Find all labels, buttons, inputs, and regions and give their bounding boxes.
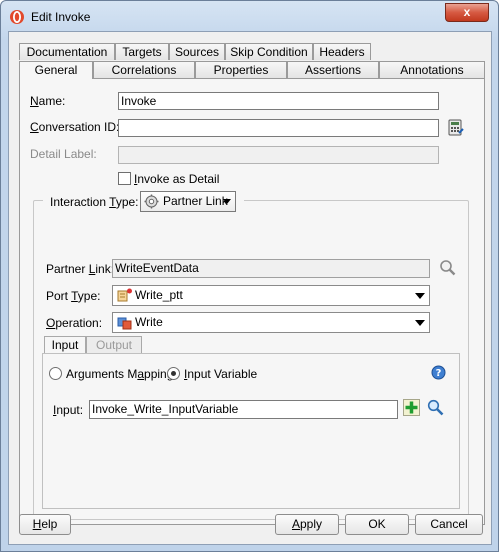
invoke-as-detail-checkbox[interactable] xyxy=(118,172,131,185)
operation-icon xyxy=(117,317,132,330)
interaction-type-label: Interaction Type: xyxy=(50,195,139,209)
tab-sources[interactable]: Sources xyxy=(169,43,225,60)
port-type-dropdown[interactable]: Write_ptt xyxy=(112,285,430,306)
add-icon[interactable] xyxy=(403,399,420,416)
interaction-type-dropdown[interactable]: Partner Link xyxy=(140,191,236,212)
apply-button[interactable]: Apply xyxy=(275,514,339,535)
invoke-as-detail-label: Invoke as Detail xyxy=(134,172,220,186)
help-icon[interactable]: ? xyxy=(431,365,446,380)
conversation-id-label: Conversation ID: xyxy=(30,120,120,134)
operation-value: Write xyxy=(135,315,163,329)
conversation-id-field[interactable] xyxy=(118,119,439,137)
detail-label-field[interactable] xyxy=(118,146,439,164)
input-tab-panel: Arguments Mapping Input Variable ? Input… xyxy=(42,353,460,509)
svg-text:?: ? xyxy=(436,368,442,379)
tab-documentation[interactable]: Documentation xyxy=(19,43,115,60)
tab-input[interactable]: Input xyxy=(44,336,86,353)
edit-invoke-dialog: Edit Invoke x Documentation Targets Sour… xyxy=(0,0,499,552)
input-variable-field[interactable]: Invoke_Write_InputVariable xyxy=(89,400,398,419)
dialog-body: Documentation Targets Sources Skip Condi… xyxy=(8,31,492,545)
arguments-mapping-label: Arguments Mapping xyxy=(66,367,174,381)
tab-annotations[interactable]: Annotations xyxy=(379,61,485,78)
name-label: Name: xyxy=(30,94,66,108)
name-field[interactable]: Invoke xyxy=(118,92,439,110)
tab-skip-condition[interactable]: Skip Condition xyxy=(225,43,313,60)
operation-label: Operation: xyxy=(46,316,103,330)
title-bar[interactable]: Edit Invoke x xyxy=(1,1,498,31)
port-type-value: Write_ptt xyxy=(135,288,183,302)
tab-output[interactable]: Output xyxy=(86,336,142,353)
chevron-down-icon xyxy=(415,293,425,299)
tab-targets[interactable]: Targets xyxy=(115,43,169,60)
tab-properties[interactable]: Properties xyxy=(195,61,287,78)
tab-headers[interactable]: Headers xyxy=(313,43,371,60)
operation-dropdown[interactable]: Write xyxy=(112,312,430,333)
detail-label-label: Detail Label: xyxy=(30,147,97,161)
tab-correlations[interactable]: Correlations xyxy=(93,61,195,78)
search-icon[interactable] xyxy=(439,259,456,276)
interaction-type-value: Partner Link xyxy=(163,194,228,208)
ok-button[interactable]: OK xyxy=(345,514,409,535)
oracle-app-icon xyxy=(10,10,24,24)
input-variable-label: Input Variable xyxy=(184,367,258,381)
general-tab-panel: Name: Invoke Conversation ID: Detail Lab… xyxy=(19,78,485,525)
chevron-down-icon xyxy=(415,320,425,326)
partner-link-icon xyxy=(144,194,159,209)
tab-assertions[interactable]: Assertions xyxy=(287,61,379,78)
port-type-icon xyxy=(117,288,132,302)
arguments-mapping-radio[interactable] xyxy=(49,367,62,380)
input-label: Input: xyxy=(53,403,84,417)
cancel-button[interactable]: Cancel xyxy=(415,514,483,535)
window-title: Edit Invoke xyxy=(31,10,91,24)
chevron-down-icon xyxy=(223,199,231,204)
close-button[interactable]: x xyxy=(445,3,489,22)
tab-general[interactable]: General xyxy=(19,61,93,79)
input-variable-radio[interactable] xyxy=(167,367,180,380)
help-button[interactable]: Help xyxy=(19,514,71,535)
calculator-icon[interactable] xyxy=(448,119,464,136)
partner-link-field[interactable]: WriteEventData xyxy=(112,259,430,278)
search-icon[interactable] xyxy=(427,399,444,416)
partner-link-label: Partner Link: xyxy=(46,262,115,276)
port-type-label: Port Type: xyxy=(46,289,101,303)
